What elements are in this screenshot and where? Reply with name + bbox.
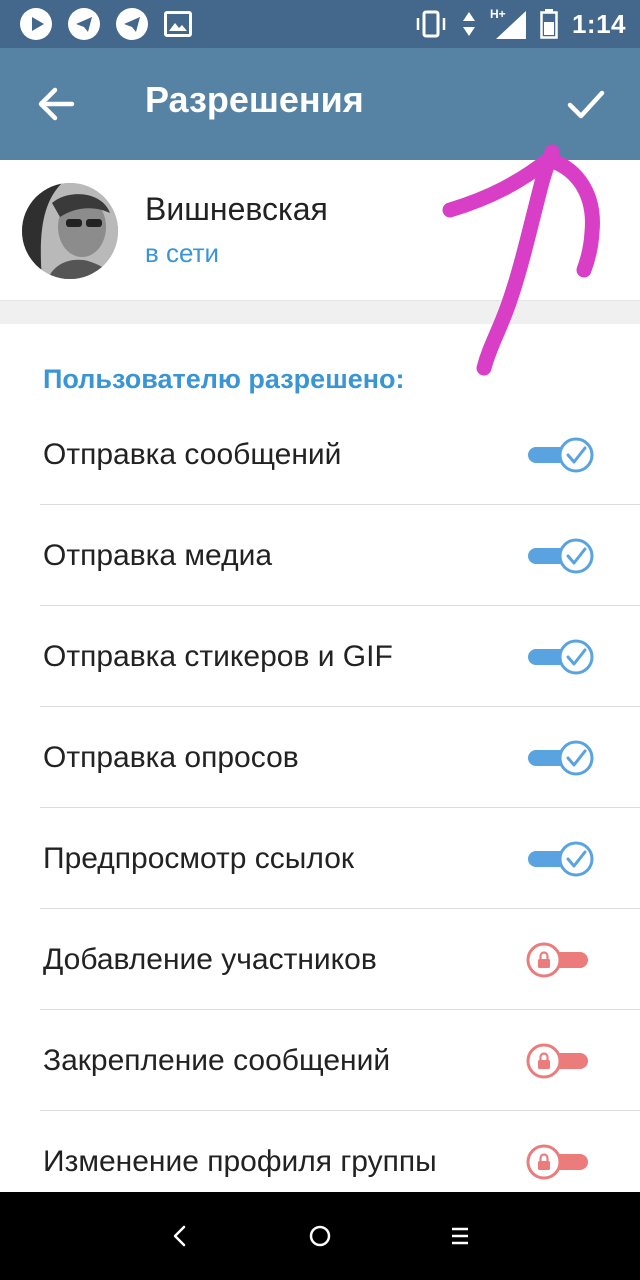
save-button[interactable] xyxy=(560,78,612,130)
avatar xyxy=(22,183,118,279)
permission-label: Добавление участников xyxy=(43,943,377,976)
permission-label: Отправка опросов xyxy=(43,741,299,774)
vibrate-icon xyxy=(416,10,446,38)
telegram-icon xyxy=(68,8,100,40)
permission-label: Отправка медиа xyxy=(43,539,273,572)
checkmark-icon xyxy=(567,90,605,119)
toggle-switch-locked[interactable] xyxy=(526,941,596,979)
toggle-switch-on[interactable] xyxy=(526,537,596,575)
permission-row[interactable]: Отправка опросов xyxy=(0,707,640,808)
signal-icon: H+ xyxy=(490,7,526,39)
user-profile[interactable]: Вишневская в сети xyxy=(0,160,640,300)
toggle-switch-locked[interactable] xyxy=(526,1042,596,1080)
system-icons: H+ 1:14 xyxy=(414,7,626,40)
notification-icons xyxy=(20,8,192,40)
permission-label: Отправка сообщений xyxy=(43,438,342,471)
back-triangle-icon[interactable] xyxy=(160,1216,200,1256)
permission-row[interactable]: Отправка стикеров и GIF xyxy=(0,606,640,707)
toggle-switch-on[interactable] xyxy=(526,638,596,676)
clock: 1:14 xyxy=(571,8,626,39)
arrow-left-icon xyxy=(38,87,75,121)
section-title: Пользователю разрешено: xyxy=(43,364,405,394)
permission-row[interactable]: Добавление участников xyxy=(0,909,640,1010)
image-icon xyxy=(164,11,192,37)
data-arrows-icon xyxy=(462,12,475,36)
permission-row[interactable]: Отправка медиа xyxy=(0,505,640,606)
telegram-icon xyxy=(116,8,148,40)
page-title: Разрешения xyxy=(145,79,364,120)
user-status: в сети xyxy=(145,238,220,268)
permission-row[interactable]: Предпросмотр ссылок xyxy=(0,808,640,909)
permission-label: Отправка стикеров и GIF xyxy=(43,640,393,673)
toggle-switch-on[interactable] xyxy=(526,436,596,474)
user-name: Вишневская xyxy=(145,191,328,227)
toggle-switch-locked[interactable] xyxy=(526,1143,596,1181)
status-bar: H+ 1:14 xyxy=(0,0,640,48)
permission-label: Предпросмотр ссылок xyxy=(43,842,355,875)
play-app-icon xyxy=(20,8,52,40)
toggle-switch-on[interactable] xyxy=(526,739,596,777)
permission-row[interactable]: Отправка сообщений xyxy=(0,404,640,505)
app-header: Разрешения xyxy=(0,48,640,160)
home-circle-icon[interactable] xyxy=(300,1216,340,1256)
section-divider xyxy=(0,300,640,324)
permission-label: Изменение профиля группы xyxy=(43,1145,437,1178)
permission-row[interactable]: Закрепление сообщений xyxy=(0,1010,640,1111)
back-button[interactable] xyxy=(30,78,82,130)
permission-label: Закрепление сообщений xyxy=(43,1044,391,1077)
navigation-bar xyxy=(0,1192,640,1280)
toggle-switch-on[interactable] xyxy=(526,840,596,878)
battery-icon xyxy=(540,9,558,39)
recents-menu-icon[interactable] xyxy=(440,1216,480,1256)
